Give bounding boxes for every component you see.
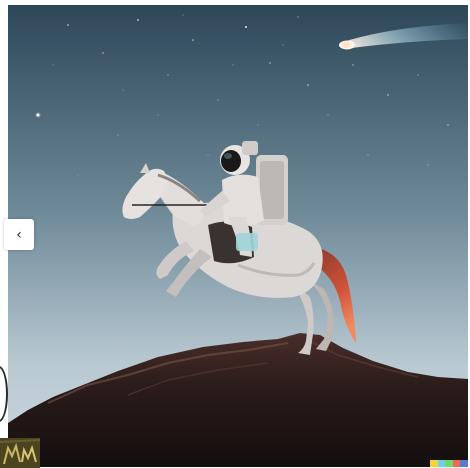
chevron-left-icon: ‹ [16,226,22,243]
color-watermark [430,460,468,467]
watermark-swatch-2 [445,460,453,467]
watermark-swatch-4 [460,460,468,467]
previous-image-button[interactable]: ‹ [4,219,34,250]
image-viewer: ‹ [0,0,470,468]
left-edge-ring [0,366,8,422]
watermark-swatch-1 [437,460,446,467]
generated-image [8,5,468,467]
logo-thumbnail [0,438,40,468]
watermark-swatch-3 [452,460,461,467]
watermark-swatch-0 [430,460,438,467]
